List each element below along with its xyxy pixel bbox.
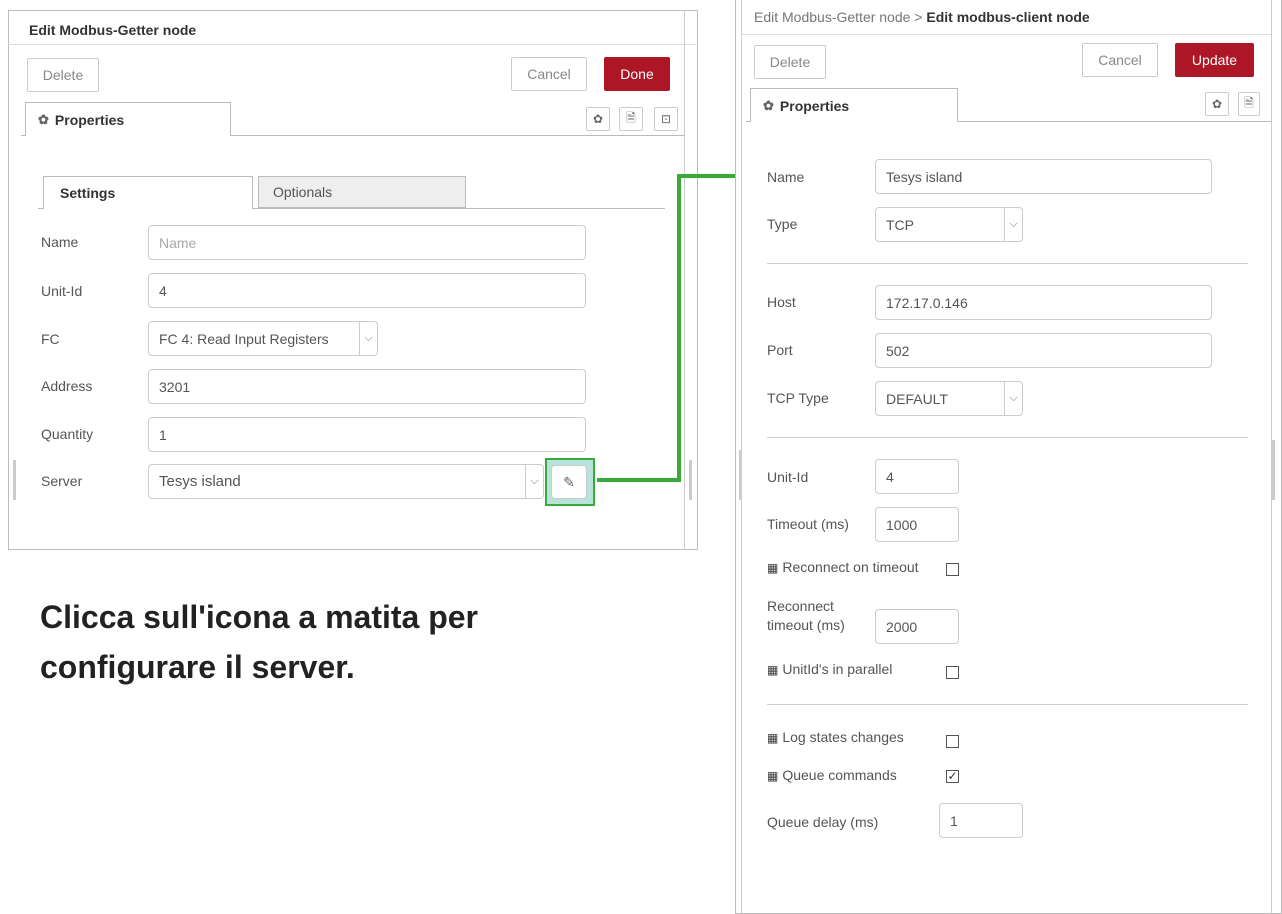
getter-properties-tab[interactable]: ✿ Properties xyxy=(25,102,231,136)
queue-commands-label: ▦ Queue commands xyxy=(767,767,897,783)
grid-icon: ▦ xyxy=(767,561,779,575)
gear-icon[interactable]: ✿ xyxy=(586,107,610,131)
queue-commands-text: Queue commands xyxy=(782,767,897,783)
fc-select[interactable]: FC 4: Read Input Registers ⌵ xyxy=(148,321,378,356)
tab-settings[interactable]: Settings xyxy=(43,176,253,209)
client-update-button[interactable]: Update xyxy=(1175,43,1254,77)
gear-icon: ✿ xyxy=(38,111,49,127)
unit-id-label: Unit-Id xyxy=(41,283,83,299)
getter-header-divider xyxy=(8,44,698,45)
client-properties-tab[interactable]: ✿ Properties xyxy=(750,88,958,122)
log-states-text: Log states changes xyxy=(782,729,904,745)
grid-icon: ▦ xyxy=(767,663,779,677)
gear-icon: ✿ xyxy=(763,97,774,113)
getter-properties-tab-label: Properties xyxy=(54,111,125,128)
client-cancel-button[interactable]: Cancel xyxy=(1082,43,1158,77)
type-label: Type xyxy=(767,216,798,232)
timeout-input[interactable]: 1000 xyxy=(875,507,959,542)
chevron-down-icon: ⌵ xyxy=(525,465,543,498)
client-scrollbar-thumb[interactable] xyxy=(1272,440,1275,500)
queue-delay-input[interactable]: 1 xyxy=(939,803,1023,838)
section-divider xyxy=(767,704,1248,705)
getter-done-button[interactable]: Done xyxy=(604,57,670,91)
chevron-down-icon: ⌵ xyxy=(359,322,377,355)
host-label: Host xyxy=(767,294,796,310)
expand-icon[interactable]: ⊡ xyxy=(654,107,678,131)
reconnect-timeout-label-line1: Reconnect xyxy=(767,598,834,614)
unitids-parallel-label: ▦ UnitId's in parallel xyxy=(767,661,892,677)
getter-title: Edit Modbus-Getter node xyxy=(29,22,197,38)
client-properties-tab-label: Properties xyxy=(779,97,850,114)
server-label: Server xyxy=(41,473,83,489)
client-name-input[interactable]: Tesys island xyxy=(875,159,1212,194)
document-icon[interactable]: 🗎 xyxy=(619,107,643,131)
getter-scrollbar-track xyxy=(684,10,685,550)
unitids-parallel-checkbox[interactable] xyxy=(946,666,959,679)
getter-cancel-button[interactable]: Cancel xyxy=(511,57,587,91)
quantity-label: Quantity xyxy=(41,426,94,442)
address-input[interactable]: 3201 xyxy=(148,369,586,404)
reconnect-on-timeout-text: Reconnect on timeout xyxy=(782,559,919,575)
section-divider xyxy=(767,437,1248,438)
client-resize-handle[interactable] xyxy=(739,450,742,500)
edit-server-button[interactable]: ✎ xyxy=(551,465,587,499)
chevron-down-icon: ⌵ xyxy=(1004,382,1022,415)
port-label: Port xyxy=(767,342,793,358)
breadcrumb-parent[interactable]: Edit Modbus-Getter node > xyxy=(754,9,923,25)
section-divider xyxy=(767,263,1248,264)
reconnect-on-timeout-checkbox[interactable] xyxy=(946,563,959,576)
tcp-type-select[interactable]: DEFAULT ⌵ xyxy=(875,381,1023,416)
chevron-down-icon: ⌵ xyxy=(1004,208,1022,241)
type-select-value: TCP xyxy=(886,216,914,233)
client-name-label: Name xyxy=(767,169,805,185)
unitids-parallel-text: UnitId's in parallel xyxy=(782,661,893,677)
gear-icon[interactable]: ✿ xyxy=(1205,92,1229,116)
tab-optionals[interactable]: Optionals xyxy=(258,176,466,208)
timeout-label: Timeout (ms) xyxy=(767,516,849,532)
client-unit-id-label: Unit-Id xyxy=(767,469,809,485)
client-delete-button[interactable]: Delete xyxy=(754,45,826,79)
grid-icon: ▦ xyxy=(767,769,779,783)
fc-select-value: FC 4: Read Input Registers xyxy=(159,330,329,347)
reconnect-timeout-label-line2: timeout (ms) xyxy=(767,617,845,633)
name-input[interactable]: Name xyxy=(148,225,586,260)
reconnect-timeout-label: Reconnect timeout (ms) xyxy=(767,597,845,635)
type-select[interactable]: TCP ⌵ xyxy=(875,207,1023,242)
document-icon[interactable]: 🗎 xyxy=(1238,92,1260,116)
port-input[interactable]: 502 xyxy=(875,333,1212,368)
reconnect-timeout-input[interactable]: 2000 xyxy=(875,609,959,644)
getter-delete-button[interactable]: Delete xyxy=(27,58,99,92)
tcp-type-label: TCP Type xyxy=(767,390,829,406)
pencil-icon: ✎ xyxy=(563,473,575,490)
server-select-value: Tesys island xyxy=(159,473,241,490)
queue-commands-checkbox[interactable]: ✓ xyxy=(946,770,959,783)
host-input[interactable]: 172.17.0.146 xyxy=(875,285,1212,320)
unit-id-input[interactable]: 4 xyxy=(148,273,586,308)
log-states-checkbox[interactable] xyxy=(946,735,959,748)
caption-text: Clicca sull'icona a matita per configura… xyxy=(40,599,478,685)
name-label: Name xyxy=(41,234,79,250)
log-states-label: ▦ Log states changes xyxy=(767,729,904,745)
client-unit-id-input[interactable]: 4 xyxy=(875,459,959,494)
client-header-divider xyxy=(741,34,1271,35)
reconnect-on-timeout-label: ▦ Reconnect on timeout xyxy=(767,559,919,575)
getter-left-resize-handle[interactable] xyxy=(13,460,16,500)
server-select[interactable]: Tesys island ⌵ xyxy=(148,464,544,499)
checkmark-icon: ✓ xyxy=(947,769,958,783)
fc-label: FC xyxy=(41,331,60,347)
address-label: Address xyxy=(41,378,93,394)
getter-resize-handle[interactable] xyxy=(689,460,692,500)
breadcrumb-current: Edit modbus-client node xyxy=(926,9,1090,25)
queue-delay-label: Queue delay (ms) xyxy=(767,814,879,830)
grid-icon: ▦ xyxy=(767,731,779,745)
tcp-type-select-value: DEFAULT xyxy=(886,390,948,407)
breadcrumb: Edit Modbus-Getter node > Edit modbus-cl… xyxy=(754,9,1090,25)
quantity-input[interactable]: 1 xyxy=(148,417,586,452)
